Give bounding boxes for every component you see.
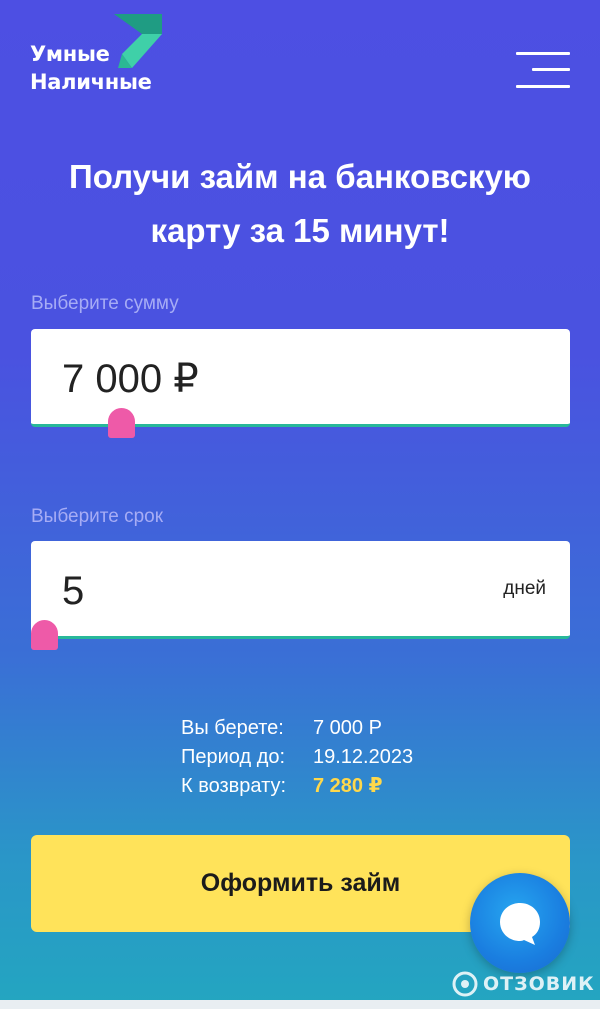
amount-label: Выберите сумму — [31, 293, 179, 314]
logo-text: Умные Наличные — [30, 40, 152, 96]
summary-value: 19.12.2023 — [313, 746, 414, 768]
summary-row-repayment: К возврату: 7 280 ₽ — [181, 772, 413, 801]
menu-bar — [516, 52, 570, 55]
amount-value: 7 000 ₽ — [62, 357, 199, 401]
header: Умные Наличные — [0, 0, 600, 120]
hamburger-menu-icon[interactable] — [516, 50, 570, 92]
summary-row-period: Период до: 19.12.2023 — [181, 743, 413, 772]
summary-key: К возврату: — [181, 775, 287, 797]
summary-key: Период до: — [181, 746, 286, 768]
title-line1: Получи займ на банковскую — [69, 158, 531, 195]
logo-line2: Наличные — [30, 70, 152, 94]
watermark: ОТЗОВИК — [452, 968, 595, 1000]
otzovik-logo-icon — [452, 971, 478, 997]
menu-bar — [532, 68, 570, 71]
amount-slider-thumb[interactable] — [107, 408, 135, 438]
logo-line1: Умные — [30, 42, 110, 66]
bottom-strip — [0, 1000, 600, 1009]
menu-bar — [516, 85, 570, 88]
repayment-value: 7 280 ₽ — [313, 775, 383, 797]
watermark-text: ОТЗОВИК — [483, 973, 595, 995]
summary-key: Вы берете: — [181, 717, 284, 739]
term-slider-thumb[interactable] — [31, 620, 58, 650]
summary-row-amount: Вы берете: 7 000 Р — [181, 714, 413, 743]
term-field[interactable]: 5 дней — [31, 541, 570, 639]
loan-summary: Вы берете: 7 000 Р Период до: 19.12.2023… — [181, 714, 413, 801]
term-value: 5 — [62, 569, 85, 613]
page-title: Получи займ на банковскую карту за 15 ми… — [0, 150, 600, 258]
chat-bubble-icon — [500, 903, 540, 945]
term-label: Выберите срок — [31, 506, 164, 527]
chat-button[interactable] — [470, 873, 570, 973]
summary-value: 7 000 Р — [313, 717, 382, 739]
term-unit: дней — [503, 578, 546, 599]
title-line2: карту за 15 минут! — [150, 212, 450, 249]
logo[interactable]: Умные Наличные — [30, 14, 180, 104]
